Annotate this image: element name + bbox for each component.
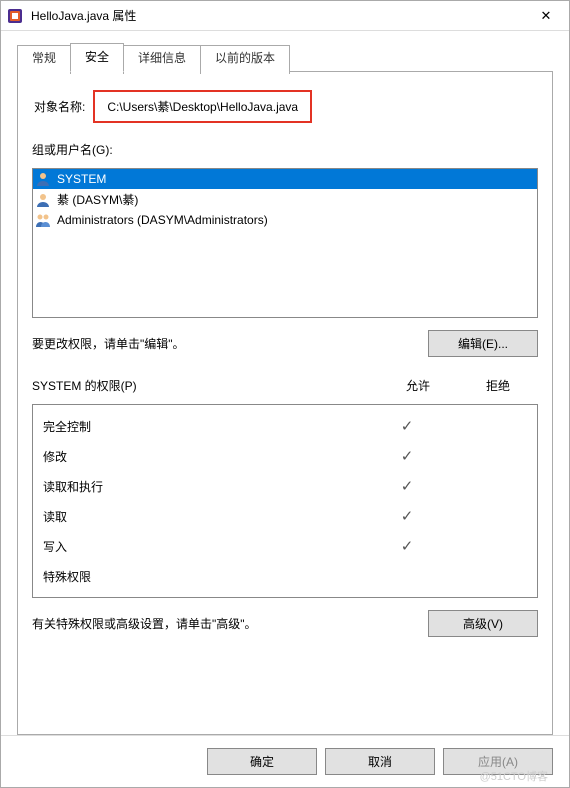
allow-column-header: 允许 <box>378 377 458 394</box>
object-name-label: 对象名称: <box>34 98 85 115</box>
deny-column-header: 拒绝 <box>458 377 538 394</box>
tab-security[interactable]: 安全 <box>70 43 124 72</box>
permission-name: 完全控制 <box>43 418 367 435</box>
permission-name: 写入 <box>43 538 367 555</box>
group-icon <box>35 212 51 228</box>
permission-row: 修改 ✓ <box>43 441 527 471</box>
permission-row: 完全控制 ✓ <box>43 411 527 441</box>
cancel-button[interactable]: 取消 <box>325 748 435 775</box>
advanced-row: 有关特殊权限或高级设置，请单击"高级"。 高级(V) <box>32 610 538 637</box>
content-area: 常规 安全 详细信息 以前的版本 对象名称: C:\Users\綦\Deskto… <box>1 31 569 735</box>
allow-check-icon: ✓ <box>367 537 447 555</box>
app-icon <box>7 8 23 24</box>
permissions-list: 完全控制 ✓ 修改 ✓ 读取和执行 ✓ 读取 ✓ <box>32 404 538 598</box>
tab-previous-versions[interactable]: 以前的版本 <box>200 45 290 74</box>
allow-check-icon: ✓ <box>367 417 447 435</box>
allow-check-icon: ✓ <box>367 477 447 495</box>
list-item-label: Administrators (DASYM\Administrators) <box>57 213 268 227</box>
apply-button[interactable]: 应用(A) <box>443 748 553 775</box>
user-icon <box>35 192 51 208</box>
groups-label: 组或用户名(G): <box>32 141 538 158</box>
permission-row: 读取 ✓ <box>43 501 527 531</box>
window-title: HelloJava.java 属性 <box>31 7 523 24</box>
properties-window: HelloJava.java 属性 ✕ 常规 安全 详细信息 以前的版本 对象名… <box>0 0 570 788</box>
allow-check-icon: ✓ <box>367 447 447 465</box>
dialog-footer: 确定 取消 应用(A) <box>1 735 569 787</box>
object-name-value: C:\Users\綦\Desktop\HelloJava.java <box>93 90 312 123</box>
permission-name: 读取和执行 <box>43 478 367 495</box>
object-name-row: 对象名称: C:\Users\綦\Desktop\HelloJava.java <box>32 86 538 127</box>
permission-name: 读取 <box>43 508 367 525</box>
title-bar: HelloJava.java 属性 ✕ <box>1 1 569 31</box>
user-icon <box>35 171 51 187</box>
tab-general[interactable]: 常规 <box>17 45 71 74</box>
permission-row: 特殊权限 <box>43 561 527 591</box>
ok-button[interactable]: 确定 <box>207 748 317 775</box>
list-item-label: 綦 (DASYM\綦) <box>57 191 138 208</box>
permission-row: 写入 ✓ <box>43 531 527 561</box>
permission-row: 读取和执行 ✓ <box>43 471 527 501</box>
advanced-hint: 有关特殊权限或高级设置，请单击"高级"。 <box>32 615 257 632</box>
edit-row: 要更改权限，请单击"编辑"。 编辑(E)... <box>32 330 538 357</box>
list-item[interactable]: SYSTEM <box>33 169 537 189</box>
groups-listbox[interactable]: SYSTEM 綦 (DASYM\綦) <box>32 168 538 318</box>
list-item-label: SYSTEM <box>57 172 106 186</box>
tab-details[interactable]: 详细信息 <box>123 45 201 74</box>
close-button[interactable]: ✕ <box>523 1 569 31</box>
list-item[interactable]: 綦 (DASYM\綦) <box>33 189 537 210</box>
edit-button[interactable]: 编辑(E)... <box>428 330 538 357</box>
edit-hint: 要更改权限，请单击"编辑"。 <box>32 335 185 352</box>
list-item[interactable]: Administrators (DASYM\Administrators) <box>33 210 537 230</box>
permission-name: 特殊权限 <box>43 568 367 585</box>
advanced-button[interactable]: 高级(V) <box>428 610 538 637</box>
allow-check-icon: ✓ <box>367 507 447 525</box>
tab-strip: 常规 安全 详细信息 以前的版本 <box>17 43 553 72</box>
permissions-header: SYSTEM 的权限(P) 允许 拒绝 <box>32 377 538 394</box>
close-icon: ✕ <box>541 8 552 24</box>
tab-panel-security: 对象名称: C:\Users\綦\Desktop\HelloJava.java … <box>17 72 553 735</box>
permission-name: 修改 <box>43 448 367 465</box>
permissions-title: SYSTEM 的权限(P) <box>32 377 378 394</box>
